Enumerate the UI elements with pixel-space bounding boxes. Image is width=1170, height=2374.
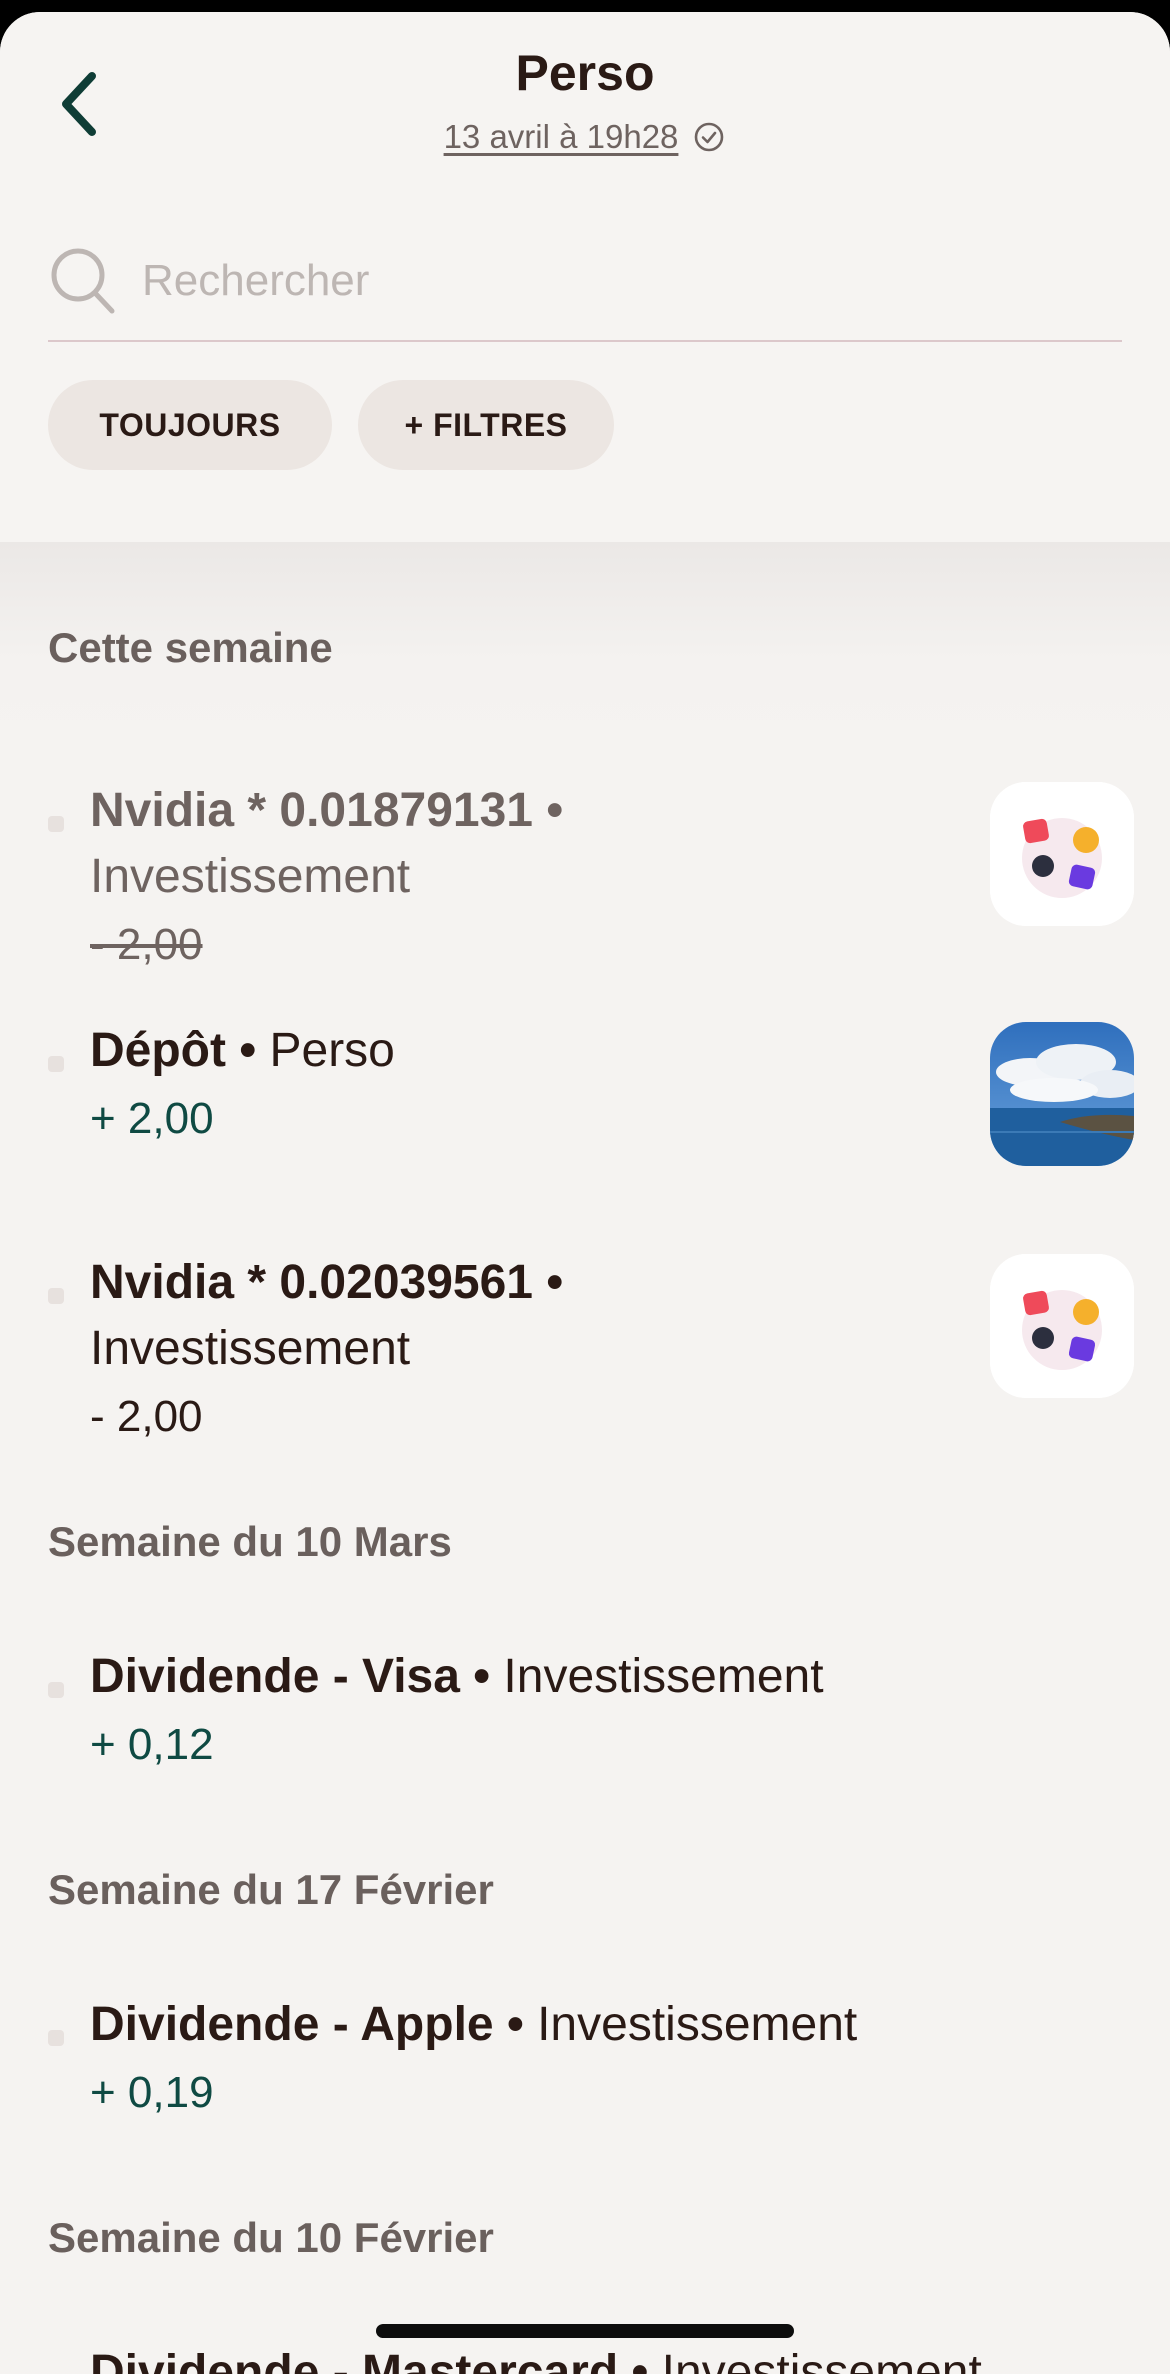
transaction-row[interactable]: Nvidia * 0.02039561 • Investissement - 2… [0, 1234, 1170, 1441]
transaction-category: Investissement [537, 1998, 858, 2051]
filter-chips: TOUJOURS + FILTRES [48, 380, 614, 470]
transaction-row[interactable]: Dividende - Mastercard • Investissement [0, 2338, 1170, 2374]
transaction-amount: + 0,19 [90, 2068, 214, 2117]
page-title: Perso [515, 45, 655, 101]
transaction-row[interactable]: Dépôt • Perso + 2,00 [0, 1014, 1170, 1166]
invest-app-icon [990, 782, 1134, 926]
transaction-text: Nvidia * 0.01879131 • Investissement - 2… [90, 778, 960, 980]
search-input[interactable] [142, 256, 1042, 306]
transaction-name: Nvidia * 0.02039561 [90, 1256, 533, 1309]
header: Perso 13 avril à 19h28 TOUJOURS + FILTRE… [0, 12, 1170, 542]
transaction-bullet [48, 1682, 64, 1698]
transaction-category: Investissement [90, 1322, 411, 1375]
period-filter-chip[interactable]: TOUJOURS [48, 380, 332, 470]
search-bar[interactable] [48, 222, 1122, 342]
separator: • [546, 784, 564, 837]
transaction-bullet [48, 2030, 64, 2046]
transaction-name: Nvidia * 0.01879131 [90, 784, 533, 837]
transaction-text: Nvidia * 0.02039561 • Investissement - 2… [90, 1250, 960, 1452]
transaction-row[interactable]: Dividende - Apple • Investissement + 0,1… [0, 1990, 1170, 2130]
transaction-text: Dividende - Mastercard • Investissement [90, 2340, 1170, 2374]
transaction-name: Dividende - Visa [90, 1650, 460, 1703]
section-title: Semaine du 10 Février [48, 2214, 494, 2261]
transaction-category: Investissement [503, 1650, 824, 1703]
transaction-name: Dividende - Mastercard [90, 2346, 619, 2374]
separator: • [546, 1256, 564, 1309]
transaction-amount: + 2,00 [90, 1094, 214, 1143]
section-title: Semaine du 17 Février [48, 1866, 494, 1913]
sky-sea-photo [990, 1022, 1134, 1166]
search-icon [51, 248, 115, 314]
transaction-bullet [48, 1056, 64, 1072]
transactions-list[interactable]: Cette semaine Nvidia * 0.01879131 • Inve… [0, 542, 1170, 2374]
transaction-row[interactable]: Dividende - Visa • Investissement + 0,12 [0, 1642, 1170, 1782]
invest-app-icon [990, 1254, 1134, 1398]
check-circle-icon [695, 122, 724, 152]
transaction-name: Dividende - Apple [90, 1998, 494, 2051]
transaction-category: Investissement [661, 2346, 982, 2374]
section-title: Semaine du 10 Mars [48, 1518, 452, 1565]
transaction-amount: - 2,00 [90, 1392, 203, 1441]
last-update-date[interactable]: 13 avril à 19h28 [444, 118, 679, 156]
transaction-amount: + 0,12 [90, 1720, 214, 1769]
transaction-name: Dépôt [90, 1024, 226, 1077]
transaction-category: Perso [269, 1024, 395, 1077]
transaction-row[interactable]: Nvidia * 0.01879131 • Investissement - 2… [0, 758, 1170, 969]
transaction-category: Investissement [90, 850, 411, 903]
transaction-text: Dividende - Visa • Investissement + 0,12 [90, 1644, 1130, 1780]
last-update-row: 13 avril à 19h28 [0, 118, 1170, 156]
transaction-text: Dividende - Apple • Investissement + 0,1… [90, 1992, 1130, 2128]
transaction-bullet [48, 816, 64, 832]
separator: • [473, 1650, 491, 1703]
separator: • [506, 1998, 524, 2051]
transaction-bullet [48, 1288, 64, 1304]
separator: • [631, 2346, 649, 2374]
separator: • [239, 1024, 257, 1077]
section-title: Cette semaine [48, 624, 333, 671]
transaction-amount: - 2,00 [90, 920, 203, 969]
transaction-text: Dépôt • Perso + 2,00 [90, 1018, 960, 1154]
home-indicator[interactable] [376, 2324, 794, 2338]
transactions-sheet: Perso 13 avril à 19h28 TOUJOURS + FILTRE… [0, 12, 1170, 2374]
more-filters-chip[interactable]: + FILTRES [358, 380, 614, 470]
